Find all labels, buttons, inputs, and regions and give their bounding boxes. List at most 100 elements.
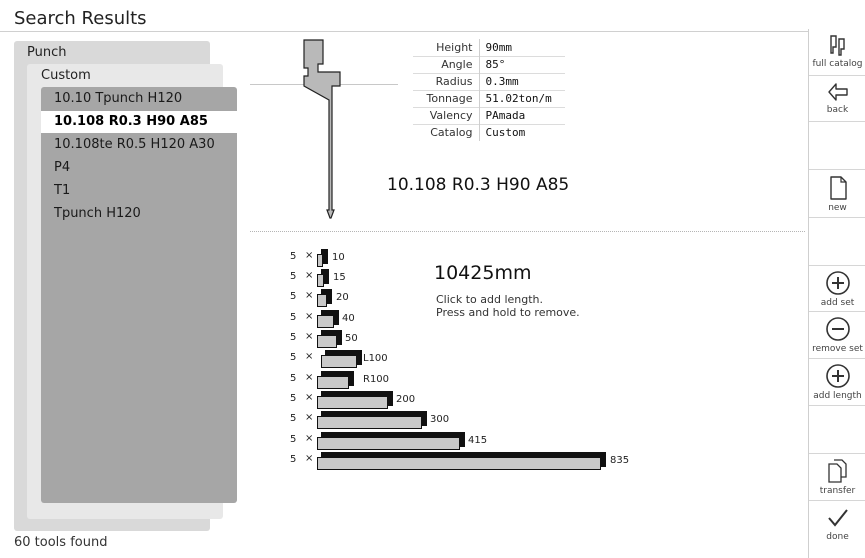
full-catalog-label: full catalog [812,59,863,69]
tree-root-punch[interactable]: Punch [27,45,66,60]
tool-list-item[interactable]: 10.108te R0.5 H120 A30 [41,134,237,156]
segment-length-label: L100 [363,353,388,364]
segment-bar-left-angled[interactable] [321,350,362,368]
segment-row[interactable]: 5 × 15 [290,268,650,288]
title-divider [0,31,808,32]
segment-multiplier: × [305,311,314,322]
segment-count: 5 [290,332,297,343]
property-key: Radius [413,73,480,90]
segment-bar[interactable] [317,310,339,328]
segment-bar-right-angled[interactable] [317,371,354,389]
catalog-icon [829,35,845,56]
property-value: Custom [485,126,526,140]
done-label: done [826,532,849,542]
remove-set-button[interactable]: remove set [809,316,865,354]
segment-multiplier: × [305,372,314,383]
tool-list-item-selected[interactable]: 10.108 R0.3 H90 A85 [41,111,237,133]
toolbar-divider [809,405,865,406]
segment-row[interactable]: 5 × 10 [290,248,650,268]
segment-length-label: 835 [610,455,630,466]
toolbar-divider [809,500,865,501]
segment-count: 5 [290,434,297,445]
segment-length-label: 40 [342,313,355,324]
segment-bar[interactable] [317,249,328,267]
segment-length-label: 300 [430,414,450,425]
remove-set-label: remove set [812,344,863,354]
segment-length-label: 50 [345,333,358,344]
property-value: 85° [485,58,506,71]
segment-count: 5 [290,251,297,262]
segment-multiplier: × [305,270,314,281]
done-button[interactable]: done [809,506,865,542]
new-button[interactable]: new [809,175,865,213]
toolbar-divider [809,358,865,359]
segment-count: 5 [290,352,297,363]
property-key: Angle [413,56,480,73]
segment-row[interactable]: 5 × 20 [290,288,650,308]
segment-multiplier: × [305,290,314,301]
back-arrow-icon [827,83,848,101]
segment-count: 5 [290,413,297,424]
segment-bar[interactable] [317,330,342,348]
property-value: 0.3mm [485,75,519,88]
back-button[interactable]: back [809,81,865,115]
segment-count: 5 [290,393,297,404]
tools-found-count: 60 tools found [14,535,108,550]
segment-bar[interactable] [317,289,332,307]
full-catalog-button[interactable]: full catalog [809,33,865,69]
property-value: 90mm [485,40,513,54]
tool-name: 10.108 R0.3 H90 A85 [387,175,570,195]
toolbar-divider [809,121,865,122]
segment-row[interactable]: 5 × 40 [290,309,650,329]
page-title: Search Results [14,8,147,29]
segment-length-label: R100 [363,374,390,385]
segment-bar[interactable] [317,269,329,287]
tool-list-item[interactable]: Tpunch H120 [41,203,237,225]
tool-list-item[interactable]: P4 [41,157,237,179]
new-label: new [828,203,847,213]
segment-multiplier: × [305,250,314,261]
property-row: Valency PAmada [413,107,565,124]
tool-list-item[interactable]: 10.10 Tpunch H120 [41,88,237,110]
segment-length-label: 415 [468,435,488,446]
property-row: Tonnage 51.02ton/m [413,90,565,107]
transfer-label: transfer [819,486,856,496]
toolbar-divider [809,217,865,218]
segment-row[interactable]: 5 × L100 [290,349,650,369]
segment-bar[interactable] [317,411,427,429]
segment-length-label: 20 [336,292,349,303]
property-row: Catalog Custom [413,124,565,141]
segment-row[interactable]: 5 × 50 [290,329,650,349]
transfer-documents-icon [827,459,847,483]
plus-circle-icon [825,364,850,388]
segment-multiplier: × [305,331,314,342]
toolbar-divider [809,265,865,266]
checkmark-icon [827,509,848,527]
segment-multiplier: × [305,351,314,362]
segment-row[interactable]: 5 × 300 [290,410,650,430]
property-value: PAmada [485,109,526,122]
add-length-button[interactable]: add length [809,363,865,401]
property-row: Height 90mm [413,39,565,56]
segment-bar[interactable] [317,452,606,470]
add-set-button[interactable]: add set [809,270,865,308]
tree-group-custom[interactable]: Custom [41,68,91,83]
segment-length-label: 10 [332,252,345,263]
segment-row[interactable]: 5 × 415 [290,431,650,451]
segment-bar[interactable] [317,391,393,409]
right-toolbar: full catalog back new add set remove set [808,29,865,558]
segment-multiplier: × [305,453,314,464]
tool-list-item[interactable]: T1 [41,180,237,202]
segment-multiplier: × [305,433,314,444]
tool-properties-table: Height 90mm Angle 85° Radius 0.3mm Tonnage 5… [413,39,565,141]
toolbar-divider [809,75,865,76]
plus-circle-icon [825,271,850,295]
segment-bar[interactable] [317,432,465,450]
segment-row[interactable]: 5 × 835 [290,451,650,471]
transfer-button[interactable]: transfer [809,458,865,496]
segment-row[interactable]: 5 × 200 [290,390,650,410]
segment-count: 5 [290,373,297,384]
segment-row[interactable]: 5 × R100 [290,370,650,390]
add-length-label: add length [813,391,862,401]
property-row: Radius 0.3mm [413,73,565,90]
